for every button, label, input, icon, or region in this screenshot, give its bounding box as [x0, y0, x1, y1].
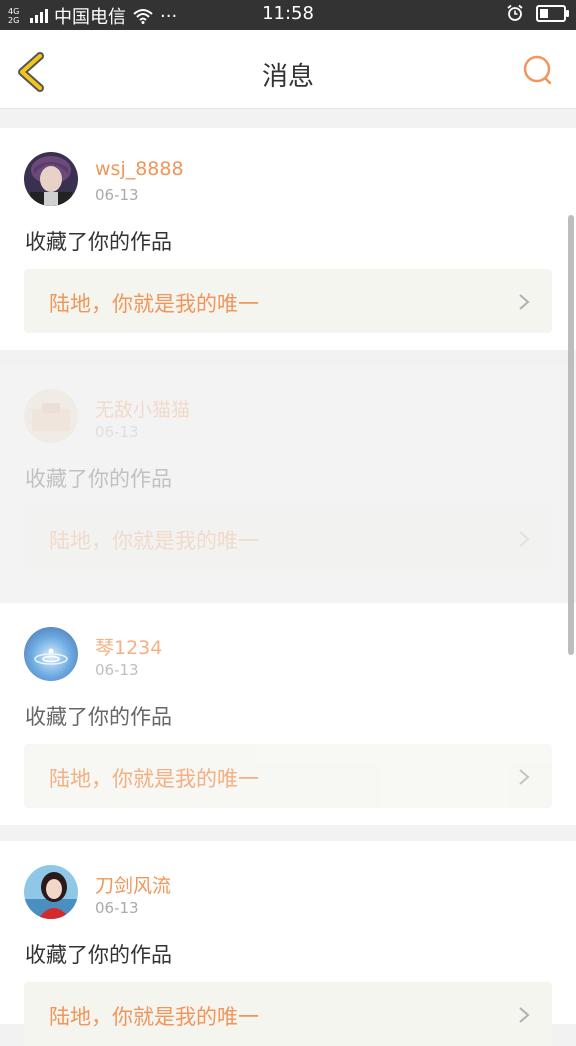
status-right [506, 4, 569, 22]
avatar[interactable] [24, 627, 78, 681]
chevron-right-icon [519, 531, 530, 547]
work-title: 陆地，你就是我的唯一 [49, 292, 259, 316]
message-item[interactable]: 无敌小猫猫 06-13 收藏了你的作品 陆地，你就是我的唯一 [0, 365, 576, 603]
avatar[interactable] [24, 389, 78, 443]
action-text: 收藏了你的作品 [25, 943, 172, 967]
username[interactable]: 无敌小猫猫 [95, 395, 190, 422]
clock: 11:58 [262, 3, 314, 24]
work-title: 陆地，你就是我的唯一 [49, 767, 259, 791]
message-date: 06-13 [95, 423, 139, 441]
username[interactable]: 琴1234 [95, 633, 162, 660]
username[interactable]: wsj_8888 [95, 158, 184, 180]
chevron-right-icon [519, 294, 530, 310]
action-text: 收藏了你的作品 [25, 230, 172, 254]
username[interactable]: 刀剑风流 [95, 871, 171, 898]
chevron-right-icon [519, 769, 530, 785]
action-text: 收藏了你的作品 [25, 467, 172, 491]
scrollbar[interactable] [568, 215, 574, 655]
message-date: 06-13 [95, 186, 139, 204]
message-item[interactable]: wsj_8888 06-13 收藏了你的作品 陆地，你就是我的唯一 [0, 128, 576, 350]
battery-icon [536, 4, 569, 22]
work-title: 陆地，你就是我的唯一 [49, 529, 259, 553]
chevron-right-icon [519, 1007, 530, 1023]
nav-bar: 消息 [0, 30, 576, 109]
work-link[interactable]: 陆地，你就是我的唯一 [24, 506, 552, 570]
message-date: 06-13 [95, 661, 139, 679]
status-bar: 4G 2G 中国电信 ··· 11:58 [0, 0, 576, 30]
work-title: 陆地，你就是我的唯一 [49, 1005, 259, 1029]
message-date: 06-13 [95, 899, 139, 917]
work-link[interactable]: 陆地，你就是我的唯一 [24, 269, 552, 333]
message-item[interactable]: 琴1234 06-13 收藏了你的作品 陆地，你就是我的唯一 [0, 603, 576, 825]
work-link[interactable]: 陆地，你就是我的唯一 [24, 744, 552, 808]
action-text: 收藏了你的作品 [25, 705, 172, 729]
page-title: 消息 [261, 62, 314, 92]
message-item[interactable]: 刀剑风流 06-13 收藏了你的作品 陆地，你就是我的唯一 [0, 841, 576, 1046]
avatar[interactable] [24, 152, 78, 206]
message-content: 琴1234 06-13 收藏了你的作品 陆地，你就是我的唯一 [0, 603, 576, 825]
alarm-icon [507, 4, 523, 21]
avatar[interactable] [24, 865, 78, 919]
work-link[interactable]: 陆地，你就是我的唯一 [24, 982, 552, 1046]
search-icon[interactable] [522, 54, 554, 86]
